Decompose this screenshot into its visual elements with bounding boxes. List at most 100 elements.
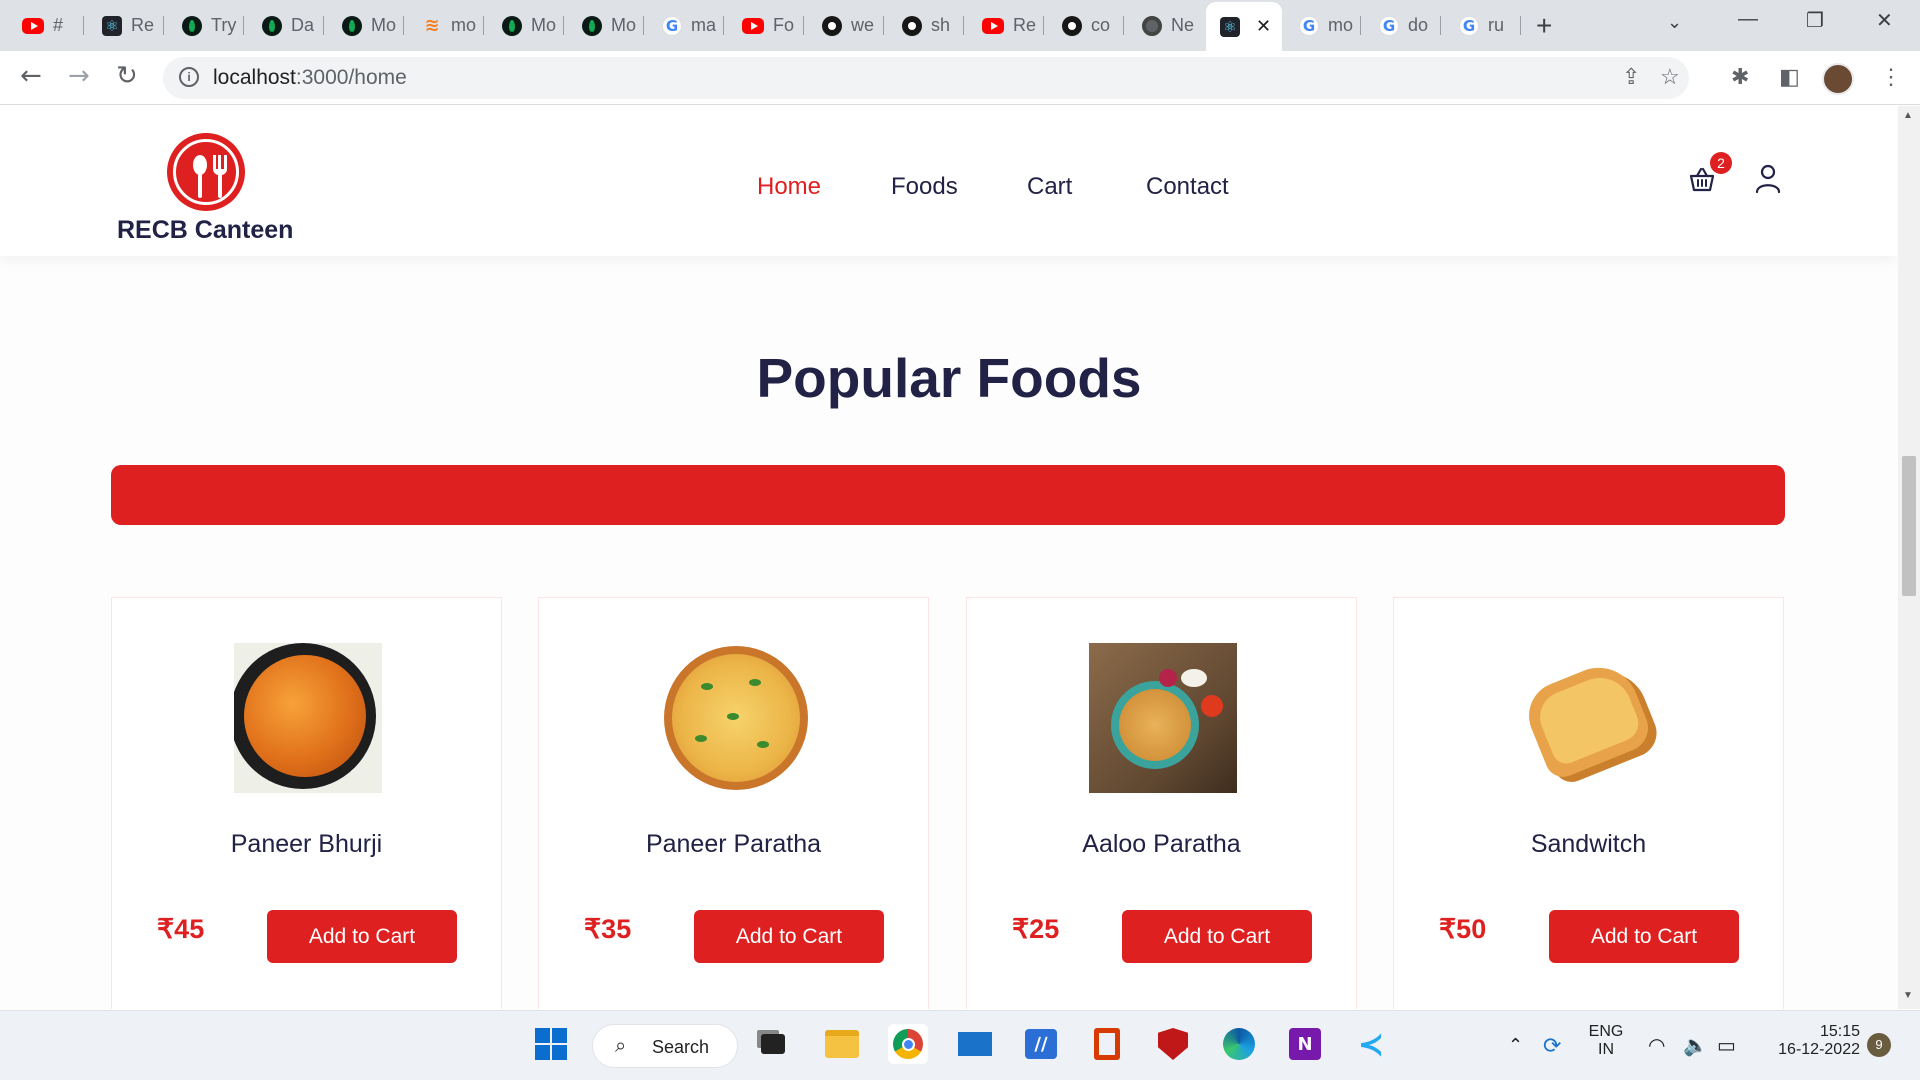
minimize-icon[interactable]: — — [1738, 8, 1758, 31]
share-icon[interactable]: ⇪ — [1622, 64, 1640, 90]
address-bar[interactable]: i localhost:3000/home ⇪ ☆ — [163, 57, 1689, 99]
mongodb-icon — [582, 15, 602, 36]
chrome-taskbar-icon[interactable] — [888, 1024, 928, 1064]
browser-tab-strip: # ⚛ Re Try Da Mo ≋ mo Mo Mo G ma Fo we s… — [0, 0, 1920, 51]
food-image[interactable] — [1089, 643, 1237, 793]
browser-toolbar: ← → ↻ i localhost:3000/home ⇪ ☆ ✱ ◧ ⋮ — [0, 51, 1920, 105]
browser-tab[interactable]: G do — [1365, 8, 1441, 43]
add-to-cart-button[interactable]: Add to Cart — [267, 910, 457, 963]
browser-tab[interactable]: Try — [168, 8, 244, 43]
scroll-down-icon[interactable]: ▼ — [1903, 990, 1913, 1001]
google-icon: G — [1379, 15, 1399, 36]
tab-title: ma — [691, 15, 717, 35]
restore-icon[interactable]: ❐ — [1806, 8, 1824, 33]
onenote-icon[interactable]: N — [1285, 1024, 1325, 1064]
browser-tab[interactable]: Fo — [728, 8, 804, 43]
add-to-cart-button[interactable]: Add to Cart — [1122, 910, 1312, 963]
wifi-icon[interactable]: ◠ — [1648, 1033, 1665, 1058]
language-indicator[interactable]: ENG IN — [1586, 1023, 1626, 1059]
browser-tab[interactable]: Da — [248, 8, 324, 43]
food-image[interactable] — [1516, 643, 1664, 793]
extensions-icon[interactable]: ✱ — [1731, 64, 1749, 90]
browser-tab[interactable]: G ru — [1445, 8, 1521, 43]
tab-title: Da — [291, 15, 315, 35]
chevron-down-icon[interactable]: ⌄ — [1667, 12, 1682, 33]
tab-title: Mo — [371, 15, 397, 35]
food-name[interactable]: Paneer Bhurji — [112, 830, 501, 859]
browser-tab[interactable]: G ma — [648, 8, 724, 43]
power-automate-icon[interactable]: ∕∕ — [1021, 1024, 1061, 1064]
browser-tab[interactable]: G mo — [1285, 8, 1361, 43]
github-icon — [1062, 15, 1082, 36]
user-icon[interactable] — [1755, 164, 1781, 194]
mcafee-icon[interactable] — [1153, 1024, 1193, 1064]
browser-tab[interactable]: Mo — [488, 8, 564, 43]
browser-tab[interactable]: ⚛ Re — [88, 8, 164, 43]
volume-icon[interactable]: 🔈 — [1683, 1033, 1708, 1058]
vscode-icon[interactable]: ≺ — [1351, 1024, 1391, 1064]
food-image[interactable] — [661, 643, 809, 793]
scrollbar-thumb[interactable] — [1902, 456, 1916, 596]
food-price: ₹35 — [584, 914, 632, 944]
browser-tab[interactable]: co — [1048, 8, 1124, 43]
close-tab-icon[interactable]: ✕ — [1256, 16, 1271, 37]
browser-tab[interactable]: we — [808, 8, 884, 43]
browser-tab[interactable]: Mo — [568, 8, 644, 43]
edge-icon[interactable] — [1219, 1024, 1259, 1064]
nav-foods[interactable]: Foods — [891, 173, 958, 201]
brand-name: RECB Canteen — [117, 216, 294, 244]
section-title: Popular Foods — [756, 347, 1142, 409]
youtube-icon — [22, 17, 44, 34]
lang-label: ENG — [1588, 1023, 1624, 1040]
mongodb-icon — [182, 15, 202, 36]
mail-icon[interactable] — [955, 1024, 995, 1064]
food-card: Aaloo Paratha ₹25 Add to Cart — [966, 597, 1357, 1009]
url-text[interactable]: localhost:3000/home — [213, 66, 407, 90]
side-panel-icon[interactable]: ◧ — [1779, 64, 1800, 90]
nav-contact[interactable]: Contact — [1146, 173, 1229, 201]
add-to-cart-button[interactable]: Add to Cart — [694, 910, 884, 963]
browser-tab-active[interactable]: ⚛ ✕ — [1206, 2, 1282, 51]
browser-tab[interactable]: Re — [968, 8, 1044, 43]
notification-badge[interactable]: 9 — [1867, 1033, 1891, 1057]
forward-icon[interactable]: → — [68, 61, 90, 91]
nav-cart[interactable]: Cart — [1027, 173, 1072, 201]
browser-tab[interactable]: ≋ mo — [408, 8, 484, 43]
page-scrollbar[interactable]: ▲ ▼ — [1898, 106, 1920, 1009]
office-icon[interactable] — [1087, 1024, 1127, 1064]
menu-icon[interactable]: ⋮ — [1880, 64, 1902, 90]
battery-icon[interactable]: ▭ — [1717, 1033, 1736, 1058]
browser-tab[interactable]: # — [8, 8, 84, 43]
new-tab-button[interactable]: + — [1536, 10, 1552, 42]
browser-tab[interactable]: Mo — [328, 8, 404, 43]
tab-title: Mo — [531, 15, 557, 35]
browser-tab[interactable]: Ne — [1128, 8, 1204, 43]
tab-title: Fo — [773, 15, 795, 35]
star-icon[interactable]: ☆ — [1660, 64, 1680, 90]
chevron-up-icon[interactable]: ⌃ — [1508, 1035, 1523, 1056]
taskbar-search[interactable]: ⌕ Search — [592, 1024, 738, 1068]
start-button[interactable] — [531, 1024, 571, 1064]
close-window-icon[interactable]: ✕ — [1876, 8, 1893, 33]
site-info-icon[interactable]: i — [179, 67, 199, 87]
file-explorer-icon[interactable] — [822, 1024, 862, 1064]
task-view-icon[interactable] — [753, 1024, 793, 1064]
food-name[interactable]: Paneer Paratha — [539, 830, 928, 859]
food-price: ₹50 — [1439, 914, 1487, 944]
tab-title: co — [1091, 15, 1111, 35]
reload-icon[interactable]: ↻ — [116, 61, 138, 91]
logo-icon[interactable] — [167, 133, 245, 211]
food-image[interactable] — [234, 643, 382, 793]
scroll-up-icon[interactable]: ▲ — [1903, 110, 1913, 121]
browser-tab[interactable]: sh — [888, 8, 964, 43]
clock[interactable]: 15:15 16-12-2022 — [1760, 1023, 1860, 1059]
avatar[interactable] — [1822, 63, 1854, 95]
back-icon[interactable]: ← — [20, 61, 42, 91]
food-name[interactable]: Aaloo Paratha — [967, 830, 1356, 859]
add-to-cart-button[interactable]: Add to Cart — [1549, 910, 1739, 963]
tab-title: Mo — [611, 15, 637, 35]
search-label: Search — [652, 1037, 710, 1057]
food-name[interactable]: Sandwitch — [1394, 830, 1783, 859]
nav-home[interactable]: Home — [757, 173, 821, 201]
sync-icon[interactable]: ⟳ — [1543, 1033, 1561, 1059]
